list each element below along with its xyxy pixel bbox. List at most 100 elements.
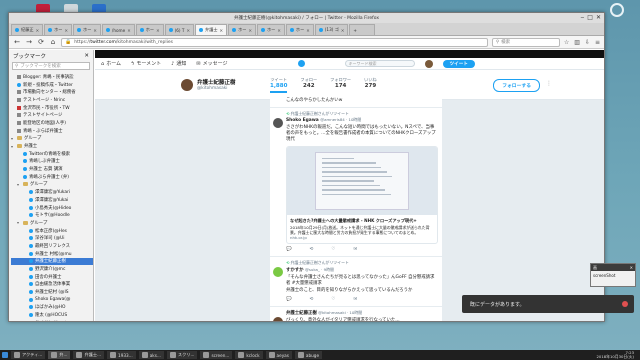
more-icon[interactable]: ⋮ <box>546 80 552 87</box>
like-icon[interactable]: ♡ <box>331 247 335 253</box>
close-icon[interactable]: ✕ <box>306 28 310 33</box>
window-titlebar[interactable]: 弁護士紀藤正樹(@kitohmasaki) / フォロー | Twitter -… <box>9 13 604 23</box>
browser-tab[interactable]: ホー ✕ <box>135 24 164 35</box>
new-tab-button[interactable]: + <box>349 24 376 35</box>
retweet-icon[interactable]: ⟲ <box>310 297 314 303</box>
taskbar-item[interactable]: screen... <box>200 351 233 359</box>
bookmark-item[interactable]: ▾ グループ <box>11 181 93 189</box>
tweet[interactable]: 弁護士紀藤正樹さんがリツイートすかすか @suka_ · 9時間「そんな弁護士さ… <box>270 257 442 307</box>
twitter-logo-icon[interactable] <box>297 60 305 67</box>
taskbar-item[interactable]: 弁護士... <box>73 351 105 359</box>
bookmark-item[interactable]: Twitterの青嶋を検索 <box>11 150 93 158</box>
menu-icon[interactable]: ≡ <box>595 39 600 46</box>
bookmark-item[interactable]: テストサイトページ <box>11 111 93 119</box>
close-icon[interactable]: ✕ <box>220 28 224 33</box>
browser-tab[interactable]: /home ✕ <box>101 24 135 35</box>
nav-moments[interactable]: ϟ モーメント <box>131 60 161 68</box>
forward-icon[interactable]: → <box>25 38 33 46</box>
close-icon[interactable]: ✕ <box>93 28 97 33</box>
bookmark-search-input[interactable]: ⚲ ブックマークを検索 <box>12 62 90 70</box>
bookmark-item[interactable]: 野沢康介(@mc <box>11 265 93 273</box>
minimize-icon[interactable]: ‒ <box>580 14 584 21</box>
avatar[interactable] <box>273 117 283 128</box>
tweet[interactable]: 弁護士紀藤正樹さんがリツイートShoko Egawa @amneris84 · … <box>270 107 442 258</box>
library-icon[interactable]: ▥ <box>574 39 580 46</box>
home-icon[interactable]: ⌂ <box>49 38 57 46</box>
close-icon[interactable]: ✕ <box>630 265 633 270</box>
close-icon[interactable]: ✕ <box>248 28 252 33</box>
bookmark-item[interactable]: 小島秀夫(@Hideo <box>11 204 93 212</box>
close-icon[interactable]: ✕ <box>277 28 281 33</box>
bookmark-item[interactable]: 青嶋・ぶらぼ弁護士 <box>11 127 93 135</box>
bookmark-item[interactable]: サイド(@Horatsu <box>11 319 93 321</box>
browser-tab[interactable]: ホー ✕ <box>285 24 314 35</box>
browser-tab[interactable]: 紀藤正 ✕ <box>11 24 44 35</box>
close-icon[interactable]: ✕ <box>186 28 190 33</box>
dm-icon[interactable]: ✉ <box>353 297 357 303</box>
bookmark-item[interactable]: ▾ 弁護士 <box>11 142 93 150</box>
expand-arrow-icon[interactable]: ▾ <box>11 136 15 141</box>
bookmark-item[interactable]: 弁護士紀村 (@IS <box>11 288 93 296</box>
bookmark-item[interactable]: 青嶋しぶ弁護士 <box>11 158 93 166</box>
tweet-author[interactable]: Shoko Egawa <box>286 118 319 123</box>
bookmark-item[interactable]: モトサ(@Hoodle <box>11 211 93 219</box>
link-card[interactable]: なぜ起きた?弁護士への大量懲戒請求 - NHK クローズアップ現代+ 2018年1… <box>286 145 438 245</box>
bookmark-item[interactable]: 青嶋ぶら弁護士 (弁) <box>11 173 93 181</box>
tweet-author[interactable]: 弁護士紀藤正樹 <box>286 311 317 316</box>
browser-tab[interactable]: (13) ゴ ✕ <box>314 24 349 35</box>
like-icon[interactable]: ♡ <box>331 297 335 303</box>
taskbar-item[interactable]: アクティ... <box>11 351 46 359</box>
tweet-author[interactable]: すかすか <box>286 268 304 273</box>
browser-tab[interactable]: ホー ✕ <box>44 24 72 35</box>
clock[interactable]: 7:23 2018年10月30日(火) <box>597 351 638 359</box>
close-icon[interactable]: ✕ <box>84 53 89 59</box>
reply-icon[interactable]: 💬 <box>286 247 292 253</box>
mini-window-titlebar[interactable]: 画 ✕ <box>591 264 635 271</box>
bookmark-item[interactable]: 深谷洋司 (@Ui <box>11 234 93 242</box>
tweet-button[interactable]: ツイート <box>442 59 475 68</box>
close-icon[interactable]: ✕ <box>156 28 160 33</box>
bookmark-item[interactable]: 新規・投稿作成・Twitter <box>11 81 93 89</box>
close-icon[interactable]: ✕ <box>36 28 40 33</box>
bookmark-item[interactable]: 弁護士紀藤正樹 <box>11 257 93 266</box>
profile-stat[interactable]: フォロワー 174 <box>330 77 351 93</box>
sidebar-title[interactable]: ブックマーク <box>13 52 46 60</box>
url-bar[interactable]: 🔒 https://twitter.com/kitohmasaki/with_r… <box>61 37 488 47</box>
back-icon[interactable]: ← <box>13 38 21 46</box>
start-menu-icon[interactable] <box>2 352 8 358</box>
bookmark-item[interactable]: 自由緩急活体事業 <box>11 281 93 289</box>
browser-tab[interactable]: ホー ✕ <box>73 24 101 35</box>
taskbar-item[interactable]: abuge <box>294 351 323 359</box>
maximize-icon[interactable]: □ <box>587 14 593 21</box>
profile-stat[interactable]: ツイート 1,880 <box>270 77 288 93</box>
expand-arrow-icon[interactable]: ▾ <box>11 144 15 149</box>
profile-avatar[interactable] <box>181 79 193 91</box>
profile-name[interactable]: 弁護士紀藤正樹 <box>197 78 236 86</box>
bookmark-item[interactable]: 澤澤康宏@Yukai <box>11 196 93 204</box>
taskbar-item[interactable]: aks... <box>138 351 164 359</box>
bookmark-item[interactable]: ▾ グループ <box>11 135 93 143</box>
bookmark-item[interactable]: 澤澤康宏@Yukari <box>11 188 93 196</box>
browser-tab[interactable]: ホー ✕ <box>228 24 256 35</box>
bookmark-item[interactable]: 金沢市民・市役所・TW <box>11 104 93 112</box>
expand-arrow-icon[interactable]: ▾ <box>17 182 21 187</box>
avatar[interactable] <box>273 316 283 321</box>
expand-arrow-icon[interactable]: ▾ <box>17 220 21 225</box>
nav-messages[interactable]: ✉ メッセージ <box>196 60 227 68</box>
bookmark-item[interactable]: Shoko Egawa(@ <box>11 296 93 304</box>
close-icon[interactable]: ✕ <box>596 14 601 21</box>
avatar[interactable] <box>424 59 433 68</box>
bookmark-item[interactable]: Blogger: 青嶋・民事訴訟 <box>11 73 93 81</box>
download-icon[interactable]: ⇩ <box>585 39 590 46</box>
tweet[interactable]: こんなのやらかしたんかいw <box>270 94 442 108</box>
browser-tab[interactable]: 弁護士 ✕ <box>194 24 228 35</box>
reload-icon[interactable]: ⟳ <box>37 38 45 46</box>
taskbar-item[interactable]: aeyas <box>265 351 292 359</box>
bookmark-item[interactable]: 能登地区の地図(人手) <box>11 119 93 127</box>
avatar[interactable] <box>273 267 283 278</box>
taskbar-item[interactable]: スクリ... <box>166 351 198 359</box>
close-icon[interactable]: ✕ <box>341 28 345 33</box>
bookmark-item[interactable]: 市場動向センター・総務省 <box>11 88 93 96</box>
close-icon[interactable]: ✕ <box>64 28 68 33</box>
notification-popup[interactable]: 既にデータがあります。 <box>462 295 634 313</box>
